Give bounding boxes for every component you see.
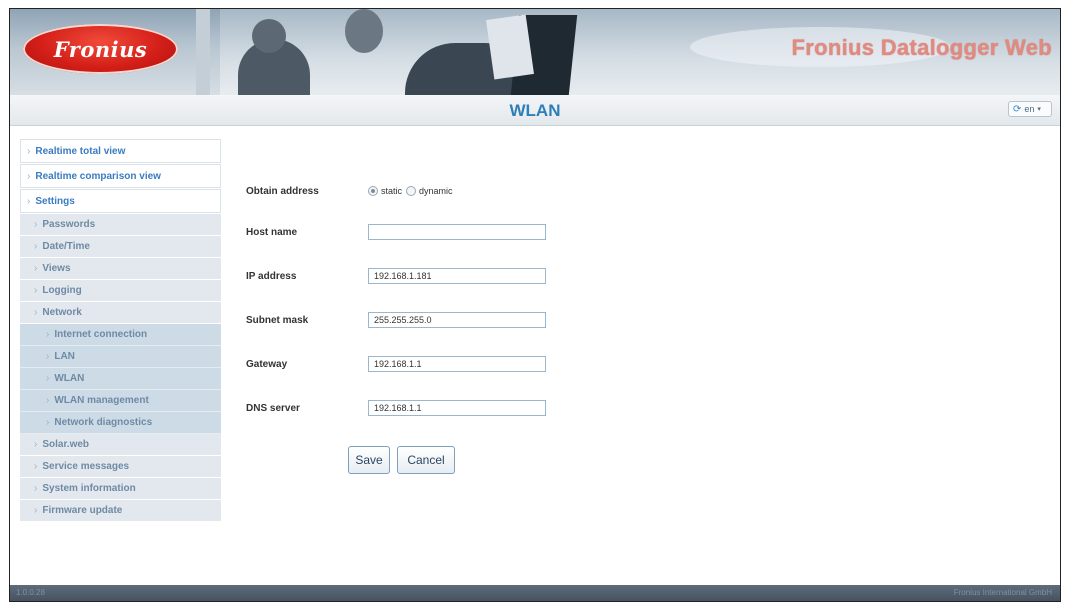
save-button[interactable]: Save <box>348 446 390 474</box>
sidebar-item-wlan-management[interactable]: › WLAN management <box>20 390 221 412</box>
cancel-button[interactable]: Cancel <box>397 446 455 474</box>
obtain-address-radio-group: static dynamic <box>368 186 457 196</box>
sidebar-item-label: Network diagnostics <box>54 417 153 428</box>
dns-server-input[interactable] <box>368 400 546 416</box>
sidebar-item-logging[interactable]: › Logging <box>20 280 221 302</box>
static-radio-label[interactable]: static <box>381 186 402 196</box>
dynamic-radio[interactable] <box>406 186 417 196</box>
sidebar-item-realtime-comparison-view[interactable]: › Realtime comparison view <box>20 164 221 188</box>
host-name-label: Host name <box>246 227 298 238</box>
globe-icon: ⟳ <box>1013 103 1022 115</box>
bullet-icon: › <box>27 196 31 207</box>
chevron-down-icon: ▾ <box>1037 106 1041 113</box>
sidebar-item-label: Network <box>42 307 82 318</box>
host-name-input[interactable] <box>368 224 546 240</box>
sidebar-item-label: Realtime total view <box>35 146 126 157</box>
page-footer: 1.0.0.28 Fronius International GmbH <box>10 585 1060 601</box>
page-header: Fronius Fronius Datalogger Web <box>10 9 1060 95</box>
bullet-icon: › <box>46 373 50 384</box>
sidebar-item-label: Logging <box>42 285 82 296</box>
title-bar: WLAN ⟳ en ▾ <box>10 95 1060 126</box>
bullet-icon: › <box>34 263 38 274</box>
sidebar-item-system-information[interactable]: › System information <box>20 478 221 500</box>
dns-server-label: DNS server <box>246 403 300 414</box>
bullet-icon: › <box>34 241 38 252</box>
bullet-icon: › <box>46 351 50 362</box>
language-select[interactable]: ⟳ en ▾ <box>1008 101 1052 117</box>
bullet-icon: › <box>27 171 31 182</box>
app-title: Fronius Datalogger Web <box>791 35 1052 60</box>
sidebar-item-service-messages[interactable]: › Service messages <box>20 456 221 478</box>
sidebar-item-label: Service messages <box>42 461 130 472</box>
footer-copyright: Fronius International GmbH <box>953 588 1052 597</box>
sidebar-item-views[interactable]: › Views <box>20 258 221 280</box>
header-photo-tower <box>196 9 210 95</box>
fronius-logo[interactable]: Fronius <box>23 24 178 74</box>
sidebar-item-label: System information <box>42 483 136 494</box>
sidebar-item-label: Date/Time <box>42 241 90 252</box>
sidebar-item-wlan[interactable]: › WLAN <box>20 368 221 390</box>
sidebar-item-date-time[interactable]: › Date/Time <box>20 236 221 258</box>
sidebar-item-label: WLAN management <box>54 395 149 406</box>
subnet-mask-input[interactable] <box>368 312 546 328</box>
bullet-icon: › <box>27 146 31 157</box>
language-value: en <box>1024 104 1035 114</box>
sidebar-item-solar-web[interactable]: › Solar.web <box>20 434 221 456</box>
page-title: WLAN <box>509 101 561 120</box>
header-photo-paper <box>486 14 534 80</box>
ip-address-label: IP address <box>246 271 297 282</box>
sidebar-item-label: LAN <box>54 351 75 362</box>
header-photo-head-1 <box>252 19 286 53</box>
bullet-icon: › <box>34 461 38 472</box>
sidebar-item-lan[interactable]: › LAN <box>20 346 221 368</box>
bullet-icon: › <box>34 219 38 230</box>
sidebar-item-label: WLAN <box>54 373 85 384</box>
bullet-icon: › <box>34 285 38 296</box>
sidebar-item-realtime-total-view[interactable]: › Realtime total view <box>20 139 221 163</box>
static-radio[interactable] <box>368 186 378 196</box>
bullet-icon: › <box>34 439 38 450</box>
bullet-icon: › <box>34 505 38 516</box>
sidebar-item-firmware-update[interactable]: › Firmware update <box>20 500 221 522</box>
logo-text: Fronius <box>53 36 148 62</box>
sidebar-item-label: Realtime comparison view <box>35 171 161 182</box>
ip-address-input[interactable] <box>368 268 546 284</box>
sidebar-item-label: Internet connection <box>54 329 148 340</box>
sidebar-item-label: Views <box>42 263 71 274</box>
sidebar-item-label: Settings <box>35 196 75 207</box>
sidebar-item-settings[interactable]: › Settings <box>20 189 221 213</box>
bullet-icon: › <box>46 329 50 340</box>
obtain-address-label: Obtain address <box>246 186 319 197</box>
sidebar-item-label: Passwords <box>42 219 96 230</box>
gateway-input[interactable] <box>368 356 546 372</box>
bullet-icon: › <box>34 307 38 318</box>
sidebar-item-passwords[interactable]: › Passwords <box>20 214 221 236</box>
header-photo-head-2 <box>345 9 383 53</box>
sidebar-item-internet-connection[interactable]: › Internet connection <box>20 324 221 346</box>
gateway-label: Gateway <box>246 359 288 370</box>
sidebar-item-network[interactable]: › Network <box>20 302 221 324</box>
browser-frame: Fronius Fronius Datalogger Web WLAN ⟳ en… <box>9 8 1061 602</box>
sidebar-item-network-diagnostics[interactable]: › Network diagnostics <box>20 412 221 434</box>
subnet-mask-label: Subnet mask <box>246 315 309 326</box>
dynamic-radio-label[interactable]: dynamic <box>419 186 453 196</box>
sidebar-item-label: Solar.web <box>42 439 90 450</box>
bullet-icon: › <box>46 395 50 406</box>
footer-version: 1.0.0.28 <box>16 588 45 597</box>
sidebar-item-label: Firmware update <box>42 505 123 516</box>
bullet-icon: › <box>34 483 38 494</box>
bullet-icon: › <box>46 417 50 428</box>
sidebar-nav: › Realtime total view › Realtime comparison… <box>20 139 221 522</box>
